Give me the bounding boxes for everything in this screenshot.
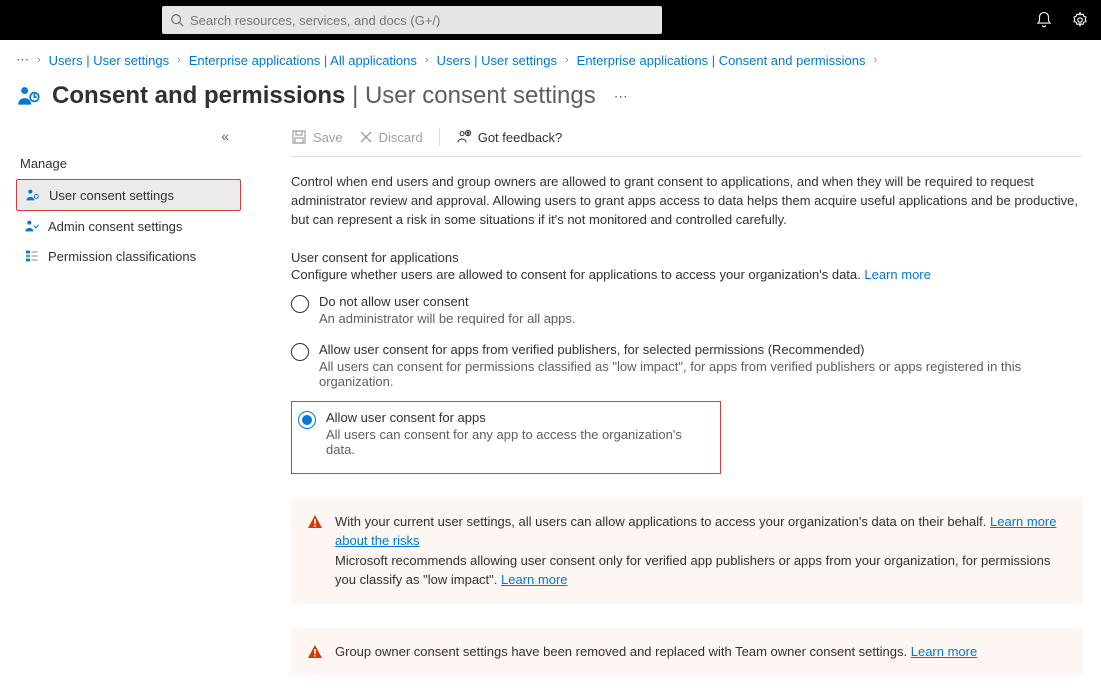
- main-content: Save Discard ? Got feedback? Control whe…: [251, 128, 1101, 675]
- breadcrumb-link[interactable]: Enterprise applications | All applicatio…: [189, 53, 417, 68]
- radio-title: Do not allow user consent: [319, 294, 576, 309]
- discard-icon: [359, 130, 373, 144]
- page-title-row: Consent and permissions | User consent s…: [16, 82, 1101, 110]
- radio-do-not-allow[interactable]: Do not allow user consent An administrat…: [291, 290, 1083, 330]
- learn-more-link[interactable]: Learn more: [911, 644, 977, 659]
- intro-text: Control when end users and group owners …: [291, 173, 1083, 230]
- feedback-icon: ?: [456, 129, 472, 145]
- radio-allow-all[interactable]: Allow user consent for apps All users ca…: [291, 401, 721, 474]
- sidebar-item-permission-classifications[interactable]: Permission classifications: [16, 241, 241, 271]
- radio-icon: [298, 411, 316, 429]
- radio-icon: [291, 343, 309, 361]
- sidebar: « Manage User consent settings Admin con…: [16, 128, 251, 675]
- sidebar-item-label: User consent settings: [49, 188, 174, 203]
- breadcrumb-link[interactable]: Enterprise applications | Consent and pe…: [577, 53, 866, 68]
- sidebar-item-label: Permission classifications: [48, 249, 196, 264]
- search-icon: [170, 13, 184, 27]
- warning-icon: [307, 514, 323, 530]
- user-consent-icon: [25, 187, 41, 203]
- search-input[interactable]: [190, 13, 654, 28]
- collapse-sidebar-button[interactable]: «: [16, 128, 241, 144]
- permission-classifications-icon: [24, 248, 40, 264]
- radio-title: Allow user consent for apps: [326, 410, 714, 425]
- warning-icon: [307, 644, 323, 660]
- more-actions[interactable]: ⋯: [614, 88, 628, 105]
- breadcrumb-link[interactable]: Users | User settings: [437, 53, 557, 68]
- radio-icon: [291, 295, 309, 313]
- consent-icon: [16, 83, 42, 109]
- admin-consent-icon: [24, 218, 40, 234]
- feedback-button[interactable]: ? Got feedback?: [456, 129, 563, 145]
- sidebar-item-label: Admin consent settings: [48, 219, 182, 234]
- learn-more-link[interactable]: Learn more: [864, 267, 930, 282]
- breadcrumb-more[interactable]: ⋯: [16, 52, 29, 68]
- radio-verified-publishers[interactable]: Allow user consent for apps from verifie…: [291, 338, 1083, 393]
- learn-more-link[interactable]: Learn more: [501, 572, 567, 587]
- section-sub: Configure whether users are allowed to c…: [291, 267, 1083, 282]
- settings-icon[interactable]: [1071, 11, 1089, 29]
- breadcrumb: ⋯ › Users | User settings › Enterprise a…: [16, 40, 1101, 82]
- search-box[interactable]: [162, 6, 662, 34]
- warning-risk: With your current user settings, all use…: [291, 498, 1083, 604]
- sidebar-heading: Manage: [16, 150, 241, 179]
- toolbar: Save Discard ? Got feedback?: [291, 128, 1083, 157]
- sidebar-item-user-consent[interactable]: User consent settings: [16, 179, 241, 211]
- discard-button[interactable]: Discard: [359, 130, 423, 145]
- radio-title: Allow user consent for apps from verifie…: [319, 342, 1083, 357]
- save-button[interactable]: Save: [291, 129, 343, 145]
- radio-desc: All users can consent for permissions cl…: [319, 359, 1083, 389]
- save-icon: [291, 129, 307, 145]
- notifications-icon[interactable]: [1035, 11, 1053, 29]
- top-bar: [0, 0, 1101, 40]
- radio-desc: All users can consent for any app to acc…: [326, 427, 714, 457]
- radio-desc: An administrator will be required for al…: [319, 311, 576, 326]
- radio-group-user-consent: Do not allow user consent An administrat…: [291, 290, 1083, 474]
- breadcrumb-link[interactable]: Users | User settings: [49, 53, 169, 68]
- warning-group-owner: Group owner consent settings have been r…: [291, 628, 1083, 676]
- sidebar-item-admin-consent[interactable]: Admin consent settings: [16, 211, 241, 241]
- section-heading: User consent for applications: [291, 250, 1083, 265]
- page-title: Consent and permissions | User consent s…: [52, 82, 596, 110]
